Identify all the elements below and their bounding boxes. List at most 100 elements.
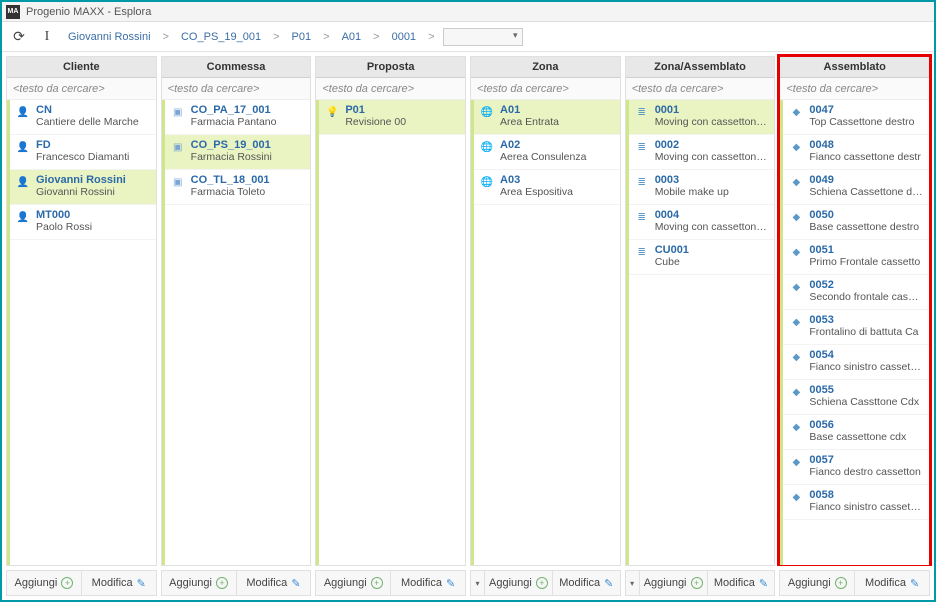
edit-button[interactable]: Modifica✎: [237, 571, 311, 595]
column-footer: Aggiungi+Modifica✎: [161, 570, 312, 596]
list-item[interactable]: 👤 MT000Paolo Rossi: [10, 205, 156, 240]
column-search-input[interactable]: <testo da cercare>: [626, 78, 775, 100]
list-item-code: A02: [500, 139, 614, 151]
list-item[interactable]: 👤Giovanni RossiniGiovanni Rossini: [10, 170, 156, 205]
breadcrumb-item[interactable]: CO_PS_19_001: [177, 29, 265, 45]
list-item[interactable]: 💡P01Revisione 00: [319, 100, 465, 135]
breadcrumb-item[interactable]: P01: [288, 29, 316, 45]
breadcrumb-dropdown[interactable]: [443, 28, 523, 46]
text-cursor-button[interactable]: I: [36, 26, 58, 48]
column-search-input[interactable]: <testo da cercare>: [780, 78, 929, 100]
diamond-icon: ◆: [789, 455, 803, 469]
list-item[interactable]: ≣0003Mobile make up: [629, 170, 775, 205]
edit-button[interactable]: Modifica ✎: [553, 571, 620, 595]
list-item-code: 0002: [655, 139, 769, 151]
column-list: 💡P01Revisione 00: [316, 100, 465, 565]
column-list: 🌐A01Area Entrata🌐A02Aerea Consulenza🌐A03…: [471, 100, 620, 565]
list-item-label: Moving con cassettoni lato: [655, 151, 769, 163]
pencil-icon: ✎: [291, 577, 300, 590]
column-search-input[interactable]: <testo da cercare>: [316, 78, 465, 100]
breadcrumb-item[interactable]: 0001: [388, 29, 420, 45]
list-item[interactable]: 👤FDFrancesco Diamanti: [10, 135, 156, 170]
pencil-icon: ✎: [604, 577, 613, 590]
list-item-text: 0047Top Cassettone destro: [809, 104, 923, 128]
list-item-text: 0002Moving con cassettoni lato: [655, 139, 769, 163]
add-button[interactable]: Aggiungi+: [7, 571, 82, 595]
list-item[interactable]: ≣0002Moving con cassettoni lato: [629, 135, 775, 170]
list-item[interactable]: ≣0004Moving con cassettoni lato: [629, 205, 775, 240]
list-item[interactable]: ◆0057Fianco destro cassetton: [783, 450, 929, 485]
add-button[interactable]: Aggiungi+: [640, 571, 708, 595]
column-search-input[interactable]: <testo da cercare>: [162, 78, 311, 100]
breadcrumb-item[interactable]: Giovanni Rossini: [64, 29, 155, 45]
window-titlebar: MA Progenio MAXX - Esplora: [2, 2, 934, 22]
list-item[interactable]: 👤 CNCantiere delle Marche: [10, 100, 156, 135]
add-button[interactable]: Aggiungi+: [162, 571, 237, 595]
window-title: Progenio MAXX - Esplora: [26, 6, 151, 18]
column-search-input[interactable]: <testo da cercare>: [7, 78, 156, 100]
diamond-icon: ◆: [789, 140, 803, 154]
breadcrumb-item[interactable]: A01: [338, 29, 366, 45]
edit-button[interactable]: Modifica✎: [708, 571, 775, 595]
edit-button[interactable]: Modifica✎: [855, 571, 929, 595]
contact-icon: 👤: [16, 210, 30, 224]
list-item[interactable]: 🌐A02Aerea Consulenza: [474, 135, 620, 170]
globe-icon: 🌐: [480, 105, 494, 119]
globe-icon: 🌐: [480, 140, 494, 154]
list-item-text: CU001Cube: [655, 244, 769, 268]
list-item[interactable]: ▣CO_PA_17_001Farmacia Pantano: [165, 100, 311, 135]
caret-down-button[interactable]: ▾: [471, 571, 485, 595]
column-zona: Zona<testo da cercare>🌐A01Area Entrata🌐A…: [470, 56, 621, 566]
list-item[interactable]: ◆0052Secondo frontale cassett: [783, 275, 929, 310]
list-item[interactable]: ◆0051Primo Frontale cassetto: [783, 240, 929, 275]
list-item[interactable]: 🌐A01Area Entrata: [474, 100, 620, 135]
list-item[interactable]: ◆0050Base cassettone destro: [783, 205, 929, 240]
list-item[interactable]: ◆0047Top Cassettone destro: [783, 100, 929, 135]
add-button-label: Aggiungi: [169, 577, 212, 589]
list-item[interactable]: ◆0054Fianco sinistro cassetton: [783, 345, 929, 380]
list-item[interactable]: ◆0055Schiena Cassttone Cdx: [783, 380, 929, 415]
list-item[interactable]: ◆0049Schiena Cassettone dest: [783, 170, 929, 205]
add-button-label: Aggiungi: [15, 577, 58, 589]
column-footer: Aggiungi+Modifica✎: [6, 570, 157, 596]
add-button[interactable]: Aggiungi+: [485, 571, 553, 595]
folder-icon: ▣: [171, 140, 185, 154]
column-header: Commessa: [162, 57, 311, 78]
column-assemblato: Assemblato<testo da cercare>◆0047Top Cas…: [779, 56, 930, 566]
column-search-input[interactable]: <testo da cercare>: [471, 78, 620, 100]
list-item[interactable]: ▣CO_PS_19_001Farmacia Rossini: [165, 135, 311, 170]
list-item-text: 0055Schiena Cassttone Cdx: [809, 384, 923, 408]
list-item[interactable]: ◆0048Fianco cassettone destr: [783, 135, 929, 170]
list-item-label: Revisione 00: [345, 116, 459, 128]
list-item[interactable]: ≣0001Moving con cassettoni 001: [629, 100, 775, 135]
chevron-right-icon: >: [371, 31, 381, 43]
list-item-text: A03Area Espositiva: [500, 174, 614, 198]
list-item-text: 0054Fianco sinistro cassetton: [809, 349, 923, 373]
edit-button[interactable]: Modifica✎: [391, 571, 465, 595]
add-button[interactable]: Aggiungi+: [780, 571, 855, 595]
list-item[interactable]: ≣CU001Cube: [629, 240, 775, 275]
edit-button-label: Modifica: [559, 577, 600, 589]
list-item[interactable]: ◆0058Fianco sinistro cassetton: [783, 485, 929, 520]
list-item-code: 0048: [809, 139, 923, 151]
list-item[interactable]: ◆0056Base cassettone cdx: [783, 415, 929, 450]
list-item[interactable]: ▣CO_TL_18_001Farmacia Toleto: [165, 170, 311, 205]
folder-icon: ▣: [171, 105, 185, 119]
list-item-code: A03: [500, 174, 614, 186]
list-item-text: MT000Paolo Rossi: [36, 209, 150, 233]
refresh-button[interactable]: ⟳: [8, 26, 30, 48]
caret-down-button[interactable]: ▾: [626, 571, 640, 595]
column-footer: Aggiungi+Modifica✎: [315, 570, 466, 596]
column-cliente: Cliente<testo da cercare>👤CNCantiere del…: [6, 56, 157, 566]
add-button[interactable]: Aggiungi+: [316, 571, 391, 595]
diamond-icon: ◆: [789, 210, 803, 224]
column-commessa: Commessa<testo da cercare>▣CO_PA_17_001F…: [161, 56, 312, 566]
list-item[interactable]: 🌐A03Area Espositiva: [474, 170, 620, 205]
list-item-code: Giovanni Rossini: [36, 174, 150, 186]
list-item-text: CNCantiere delle Marche: [36, 104, 150, 128]
list-item[interactable]: ◆0053Frontalino di battuta Ca: [783, 310, 929, 345]
edit-button[interactable]: Modifica✎: [82, 571, 156, 595]
list-item-code: 0003: [655, 174, 769, 186]
column-footer: ▾Aggiungi+ Modifica ✎: [470, 570, 621, 596]
contact-icon: 👤: [16, 105, 30, 119]
